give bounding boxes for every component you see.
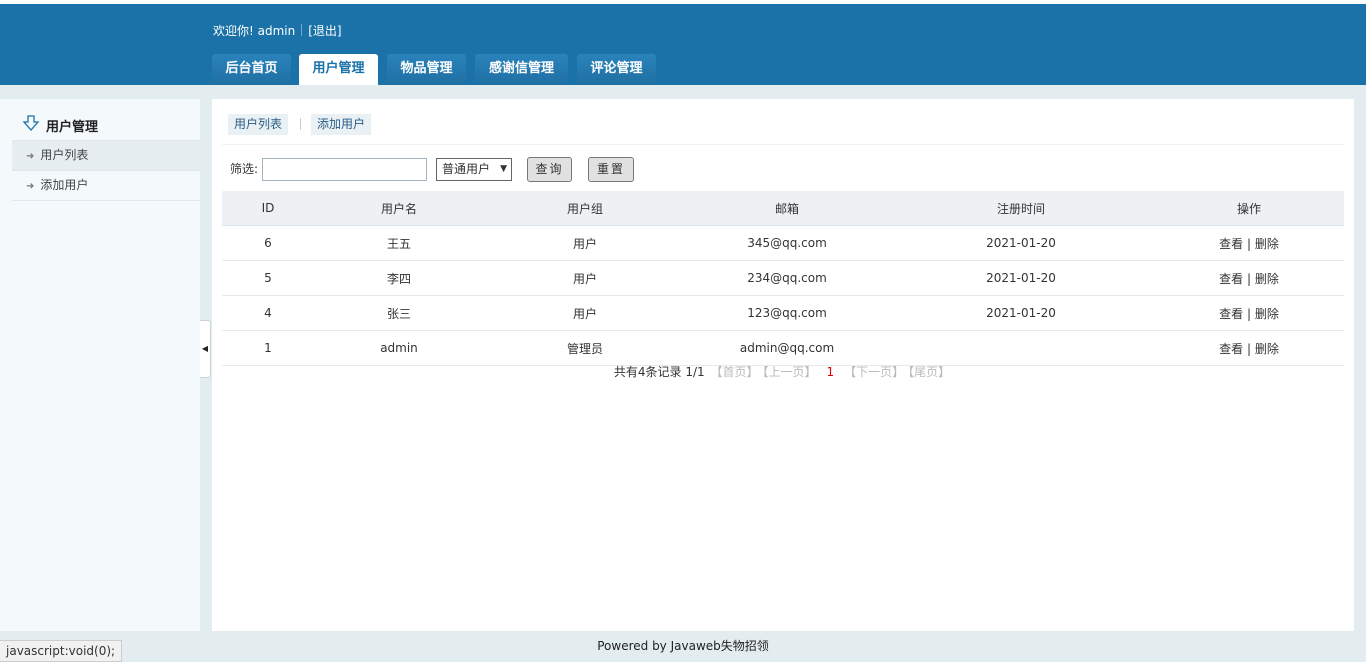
cell-register-time bbox=[888, 330, 1154, 366]
header-band bbox=[0, 85, 1366, 99]
page-indicator: 1/1 bbox=[685, 365, 705, 379]
query-button[interactable]: 查询 bbox=[527, 157, 572, 182]
first-page-link[interactable]: 【首页】 bbox=[710, 365, 758, 379]
subtab-add-user[interactable]: 添加用户 bbox=[311, 114, 372, 135]
view-link[interactable]: 查看 bbox=[1219, 342, 1243, 356]
chevron-down-icon: ▼ bbox=[500, 164, 507, 174]
cell-group: 管理员 bbox=[484, 330, 686, 366]
record-count: 共有4条记录 bbox=[613, 365, 682, 379]
footer-text: Powered by Javaweb失物招领 bbox=[597, 639, 769, 653]
delete-link[interactable]: 删除 bbox=[1255, 342, 1279, 356]
footer: Powered by Javaweb失物招领 bbox=[0, 631, 1366, 662]
tab-user-management[interactable]: 用户管理 bbox=[299, 54, 378, 85]
collapse-sidebar-handle[interactable]: ◀ bbox=[200, 320, 211, 378]
table-row: 5 李四 用户 234@qq.com 2021-01-20 查看 | 删除 bbox=[222, 260, 1344, 296]
delete-link[interactable]: 删除 bbox=[1255, 307, 1279, 321]
column-header-actions: 操作 bbox=[1154, 191, 1344, 226]
main-content: 用户列表 添加用户 筛选: 普通用户 ▼ 查询 重置 ID 用户名 用户组 邮箱… bbox=[212, 99, 1354, 631]
cell-group: 用户 bbox=[484, 295, 686, 331]
subtab-underline bbox=[222, 144, 1344, 145]
subtab-divider bbox=[300, 118, 301, 130]
sidebar-item-user-list[interactable]: ➜ 用户列表 bbox=[12, 141, 200, 170]
cell-id: 1 bbox=[222, 330, 314, 366]
cell-actions: 查看 | 删除 bbox=[1154, 295, 1344, 331]
prev-page-link[interactable]: 【上一页】 bbox=[762, 365, 816, 379]
user-group-select-value: 普通用户 bbox=[442, 162, 491, 176]
sidebar-item-add-user[interactable]: ➜ 添加用户 bbox=[12, 171, 200, 200]
action-separator: | bbox=[1246, 341, 1252, 356]
cell-register-time: 2021-01-20 bbox=[888, 260, 1154, 296]
cell-group: 用户 bbox=[484, 260, 686, 296]
cell-id: 6 bbox=[222, 225, 314, 261]
cell-username: 张三 bbox=[314, 295, 484, 331]
sidebar-divider bbox=[12, 200, 200, 201]
table-row: 6 王五 用户 345@qq.com 2021-01-20 查看 | 删除 bbox=[222, 225, 1344, 261]
action-separator: | bbox=[1246, 236, 1252, 251]
reset-button[interactable]: 重置 bbox=[588, 157, 634, 182]
arrow-down-icon bbox=[22, 115, 40, 135]
welcome-divider bbox=[301, 24, 303, 36]
header-bar: 欢迎你! admin [退出] 后台首页 用户管理 物品管理 感谢信管理 评论管理 bbox=[0, 4, 1366, 85]
user-group-select[interactable]: 普通用户 ▼ bbox=[436, 158, 512, 181]
column-header-register-time: 注册时间 bbox=[888, 191, 1154, 226]
sidebar-item-label: 添加用户 bbox=[40, 178, 89, 192]
welcome-area: 欢迎你! admin [退出] bbox=[213, 22, 342, 39]
tab-comment-management[interactable]: 评论管理 bbox=[577, 54, 656, 85]
cell-id: 5 bbox=[222, 260, 314, 296]
cell-id: 4 bbox=[222, 295, 314, 331]
user-table: ID 用户名 用户组 邮箱 注册时间 操作 6 王五 用户 345@qq.com… bbox=[222, 191, 1344, 366]
triangle-left-icon: ◀ bbox=[201, 344, 209, 353]
filter-input[interactable] bbox=[262, 158, 427, 181]
sidebar: 用户管理 ➜ 用户列表 ➜ 添加用户 bbox=[0, 99, 200, 631]
tab-thank-letter-management[interactable]: 感谢信管理 bbox=[475, 54, 568, 85]
next-page-link[interactable]: 【下一页】 bbox=[844, 365, 904, 379]
cell-username: admin bbox=[314, 330, 484, 366]
chevron-right-icon: ➜ bbox=[26, 151, 35, 162]
delete-link[interactable]: 删除 bbox=[1255, 272, 1279, 286]
current-page: 1 bbox=[826, 365, 835, 379]
sidebar-item-label: 用户列表 bbox=[40, 148, 89, 162]
column-header-email: 邮箱 bbox=[686, 191, 888, 226]
view-link[interactable]: 查看 bbox=[1219, 307, 1243, 321]
cell-username: 李四 bbox=[314, 260, 484, 296]
right-gutter bbox=[1354, 99, 1366, 631]
chevron-right-icon: ➜ bbox=[26, 181, 35, 192]
logout-link[interactable]: [退出] bbox=[308, 24, 341, 38]
browser-status-bar: javascript:void(0); bbox=[0, 640, 123, 662]
cell-email: 234@qq.com bbox=[686, 260, 888, 296]
cell-register-time: 2021-01-20 bbox=[888, 225, 1154, 261]
cell-email: 123@qq.com bbox=[686, 295, 888, 331]
view-link[interactable]: 查看 bbox=[1219, 237, 1243, 251]
delete-link[interactable]: 删除 bbox=[1255, 237, 1279, 251]
action-separator: | bbox=[1246, 271, 1252, 286]
cell-actions: 查看 | 删除 bbox=[1154, 225, 1344, 261]
column-header-id: ID bbox=[222, 191, 314, 226]
cell-actions: 查看 | 删除 bbox=[1154, 330, 1344, 366]
subtab-user-list[interactable]: 用户列表 bbox=[228, 114, 289, 135]
cell-register-time: 2021-01-20 bbox=[888, 295, 1154, 331]
cell-group: 用户 bbox=[484, 225, 686, 261]
column-header-group: 用户组 bbox=[484, 191, 686, 226]
tab-dashboard[interactable]: 后台首页 bbox=[212, 54, 291, 85]
welcome-text: 欢迎你! admin bbox=[213, 24, 296, 38]
cell-email: 345@qq.com bbox=[686, 225, 888, 261]
table-row: 4 张三 用户 123@qq.com 2021-01-20 查看 | 删除 bbox=[222, 295, 1344, 331]
last-page-link[interactable]: 【尾页】 bbox=[908, 365, 950, 379]
cell-username: 王五 bbox=[314, 225, 484, 261]
sidebar-title-label: 用户管理 bbox=[46, 120, 99, 135]
sidebar-title: 用户管理 bbox=[22, 115, 98, 135]
table-header-row: ID 用户名 用户组 邮箱 注册时间 操作 bbox=[222, 191, 1344, 226]
pagination: 共有4条记录 1/1 【首页】 【上一页】 1 【下一页】 【尾页】 bbox=[212, 363, 1354, 380]
view-link[interactable]: 查看 bbox=[1219, 272, 1243, 286]
action-separator: | bbox=[1246, 306, 1252, 321]
cell-actions: 查看 | 删除 bbox=[1154, 260, 1344, 296]
cell-email: admin@qq.com bbox=[686, 330, 888, 366]
filter-label: 筛选: bbox=[230, 162, 259, 176]
tab-item-management[interactable]: 物品管理 bbox=[387, 54, 466, 85]
column-header-username: 用户名 bbox=[314, 191, 484, 226]
table-row: 1 admin 管理员 admin@qq.com 查看 | 删除 bbox=[222, 330, 1344, 366]
